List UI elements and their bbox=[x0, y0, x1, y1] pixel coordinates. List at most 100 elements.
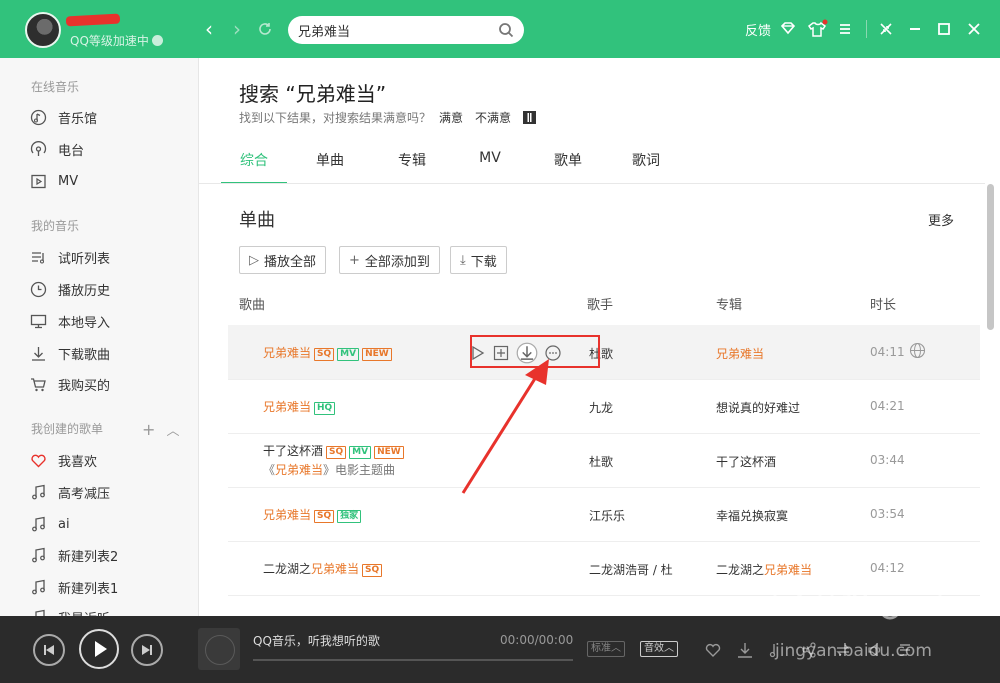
search-icon[interactable] bbox=[498, 22, 514, 38]
close-icon[interactable] bbox=[963, 18, 985, 40]
sidebar-item-favorites[interactable]: 我喜欢 bbox=[30, 449, 190, 471]
song-title[interactable]: 二龙湖之兄弟难当 SQ bbox=[263, 560, 383, 577]
sidebar-item-trial-list[interactable]: 试听列表 bbox=[30, 246, 190, 268]
forward-button[interactable]: › bbox=[227, 18, 247, 40]
tab-lyrics[interactable]: 歌词 bbox=[607, 148, 685, 184]
download-icon[interactable] bbox=[736, 641, 754, 659]
volume-icon[interactable] bbox=[866, 641, 884, 659]
download-button[interactable]: ⤓ 下载 bbox=[450, 246, 507, 274]
section-title-my-music: 我的音乐 bbox=[31, 219, 80, 233]
heart-icon[interactable] bbox=[704, 641, 722, 659]
tab-overview[interactable]: 综合 bbox=[221, 148, 287, 184]
lyrics-icon[interactable] bbox=[768, 641, 786, 659]
feedback-link[interactable]: 反馈 bbox=[745, 20, 771, 39]
tab-albums[interactable]: 专辑 bbox=[373, 148, 451, 184]
maximize-icon[interactable] bbox=[933, 18, 955, 40]
play-button[interactable] bbox=[79, 629, 119, 669]
album-link[interactable]: 幸福兑换寂寞 bbox=[716, 507, 788, 524]
add-all-button[interactable]: + 全部添加到 bbox=[339, 246, 440, 274]
sidebar-item-music-hall[interactable]: 音乐馆 bbox=[30, 106, 190, 128]
album-link[interactable]: 干了这杯酒 bbox=[716, 453, 776, 470]
table-row[interactable]: 二龙湖之兄弟难当 SQ 二龙湖浩哥 / 杜 二龙湖之兄弟难当 04:12 bbox=[228, 541, 980, 595]
progress-bar[interactable] bbox=[253, 659, 573, 661]
singer-link[interactable]: 江乐乐 bbox=[589, 507, 625, 524]
share-icon[interactable] bbox=[800, 641, 818, 659]
refresh-button[interactable] bbox=[255, 18, 275, 40]
vip-status[interactable]: QQ等级加速中 bbox=[70, 32, 163, 49]
previous-track-button[interactable] bbox=[33, 634, 65, 666]
play-mode-icon[interactable] bbox=[834, 641, 852, 659]
minimize-icon[interactable] bbox=[904, 18, 926, 40]
sidebar-item-purchased[interactable]: 我购买的 bbox=[30, 373, 190, 395]
album-link[interactable]: 二龙湖之兄弟难当 bbox=[716, 561, 812, 578]
mv-badge[interactable]: MV bbox=[349, 446, 372, 459]
tab-songs[interactable]: 单曲 bbox=[287, 148, 373, 184]
search-input[interactable] bbox=[298, 20, 498, 40]
column-header-duration: 时长 bbox=[870, 298, 897, 313]
annotation-highlight-box bbox=[470, 335, 600, 368]
music-note-icon bbox=[32, 579, 45, 594]
diamond-icon[interactable] bbox=[777, 18, 799, 40]
sidebar-item-local-import[interactable]: 本地导入 bbox=[30, 310, 190, 332]
album-link[interactable]: 想说真的好难过 bbox=[716, 399, 800, 416]
sidebar-item-playlist[interactable]: ai bbox=[30, 513, 190, 535]
sidebar-item-playlist[interactable]: 新建列表1 bbox=[30, 576, 190, 598]
sidebar-item-label: ai bbox=[58, 516, 70, 532]
sound-effect-button[interactable]: 音效︿ bbox=[640, 641, 678, 657]
tab-playlists[interactable]: 歌单 bbox=[529, 148, 607, 184]
scrollbar-thumb[interactable] bbox=[987, 184, 994, 330]
collapse-chevron-icon[interactable]: ︿ bbox=[167, 424, 180, 439]
table-row[interactable]: 兄弟难当 SQ MV NEW 杜歌 兄弟难当 04:11 bbox=[228, 325, 980, 379]
play-all-label: 播放全部 bbox=[264, 254, 317, 270]
album-link[interactable]: 兄弟难当 bbox=[716, 345, 764, 362]
song-title[interactable]: 兄弟难当 HQ bbox=[263, 398, 336, 415]
mini-mode-icon[interactable] bbox=[875, 18, 897, 40]
song-title[interactable]: 兄弟难当 SQ MV NEW bbox=[263, 344, 392, 361]
sidebar-item-history[interactable]: 播放历史 bbox=[30, 278, 190, 300]
globe-icon[interactable] bbox=[909, 342, 926, 359]
sidebar-item-label: 下载歌曲 bbox=[58, 347, 111, 363]
singer-link[interactable]: 九龙 bbox=[589, 399, 613, 416]
more-link[interactable]: 更多 bbox=[928, 210, 954, 229]
sidebar-item-radio[interactable]: 电台 bbox=[30, 138, 190, 160]
sidebar-item-label: 试听列表 bbox=[58, 251, 111, 267]
song-title[interactable]: 干了这杯酒 SQ MV NEW bbox=[263, 442, 404, 459]
cart-icon bbox=[31, 377, 46, 391]
table-row[interactable]: 兄弟难当 SQ 独家 江乐乐 幸福兑换寂寞 03:54 bbox=[228, 487, 980, 541]
subtitle-prefix: 《 bbox=[263, 463, 276, 477]
singer-link[interactable]: 杜歌 bbox=[589, 453, 613, 470]
song-title[interactable]: 兄弟难当 SQ 独家 bbox=[263, 506, 362, 523]
section-title-songs: 单曲 bbox=[239, 210, 275, 231]
singer-link[interactable]: 二龙湖浩哥 / 杜 bbox=[589, 561, 673, 578]
section-title-created-playlists: 我创建的歌单 bbox=[31, 422, 104, 436]
sidebar-item-downloads[interactable]: 下载歌曲 bbox=[30, 342, 190, 364]
search-box[interactable] bbox=[288, 16, 524, 44]
sidebar-item-playlist[interactable]: 我最近听 bbox=[30, 606, 190, 616]
sidebar-item-label: 我购买的 bbox=[58, 378, 111, 394]
sidebar-item-label: MV bbox=[58, 173, 79, 189]
mv-badge[interactable]: MV bbox=[337, 348, 360, 361]
next-track-button[interactable] bbox=[131, 634, 163, 666]
header-divider bbox=[866, 20, 867, 38]
skin-shirt-icon[interactable] bbox=[806, 18, 828, 40]
satisfied-link[interactable]: 满意 bbox=[439, 111, 463, 125]
table-row[interactable]: 干了这杯酒 SQ MV NEW 《兄弟难当》电影主题曲 杜歌 干了这杯酒 03:44 bbox=[228, 433, 980, 487]
play-all-button[interactable]: ▷ 播放全部 bbox=[239, 246, 327, 274]
quality-selector[interactable]: 标准︿ bbox=[587, 641, 625, 657]
add-playlist-icon[interactable]: + bbox=[142, 420, 155, 439]
sidebar-item-mv[interactable]: MV bbox=[30, 170, 190, 192]
back-button[interactable]: ‹ bbox=[199, 18, 219, 40]
tab-mv[interactable]: MV bbox=[451, 148, 529, 184]
download-label: 下载 bbox=[470, 254, 497, 270]
unsatisfied-link[interactable]: 不满意 bbox=[475, 111, 511, 125]
playlist-queue-icon[interactable] bbox=[898, 641, 916, 659]
album-cover-placeholder[interactable] bbox=[198, 628, 240, 670]
exclusive-badge: 独家 bbox=[337, 510, 362, 523]
avatar[interactable] bbox=[25, 12, 61, 48]
sidebar-item-label: 我最近听 bbox=[58, 608, 110, 617]
table-row[interactable]: 兄弟难当 HQ 九龙 想说真的好难过 04:21 bbox=[228, 379, 980, 433]
qr-code-icon[interactable] bbox=[523, 111, 537, 124]
sidebar-item-playlist[interactable]: 高考减压 bbox=[30, 481, 190, 503]
sidebar-item-playlist[interactable]: 新建列表2 bbox=[30, 544, 190, 566]
menu-icon[interactable] bbox=[834, 18, 856, 40]
